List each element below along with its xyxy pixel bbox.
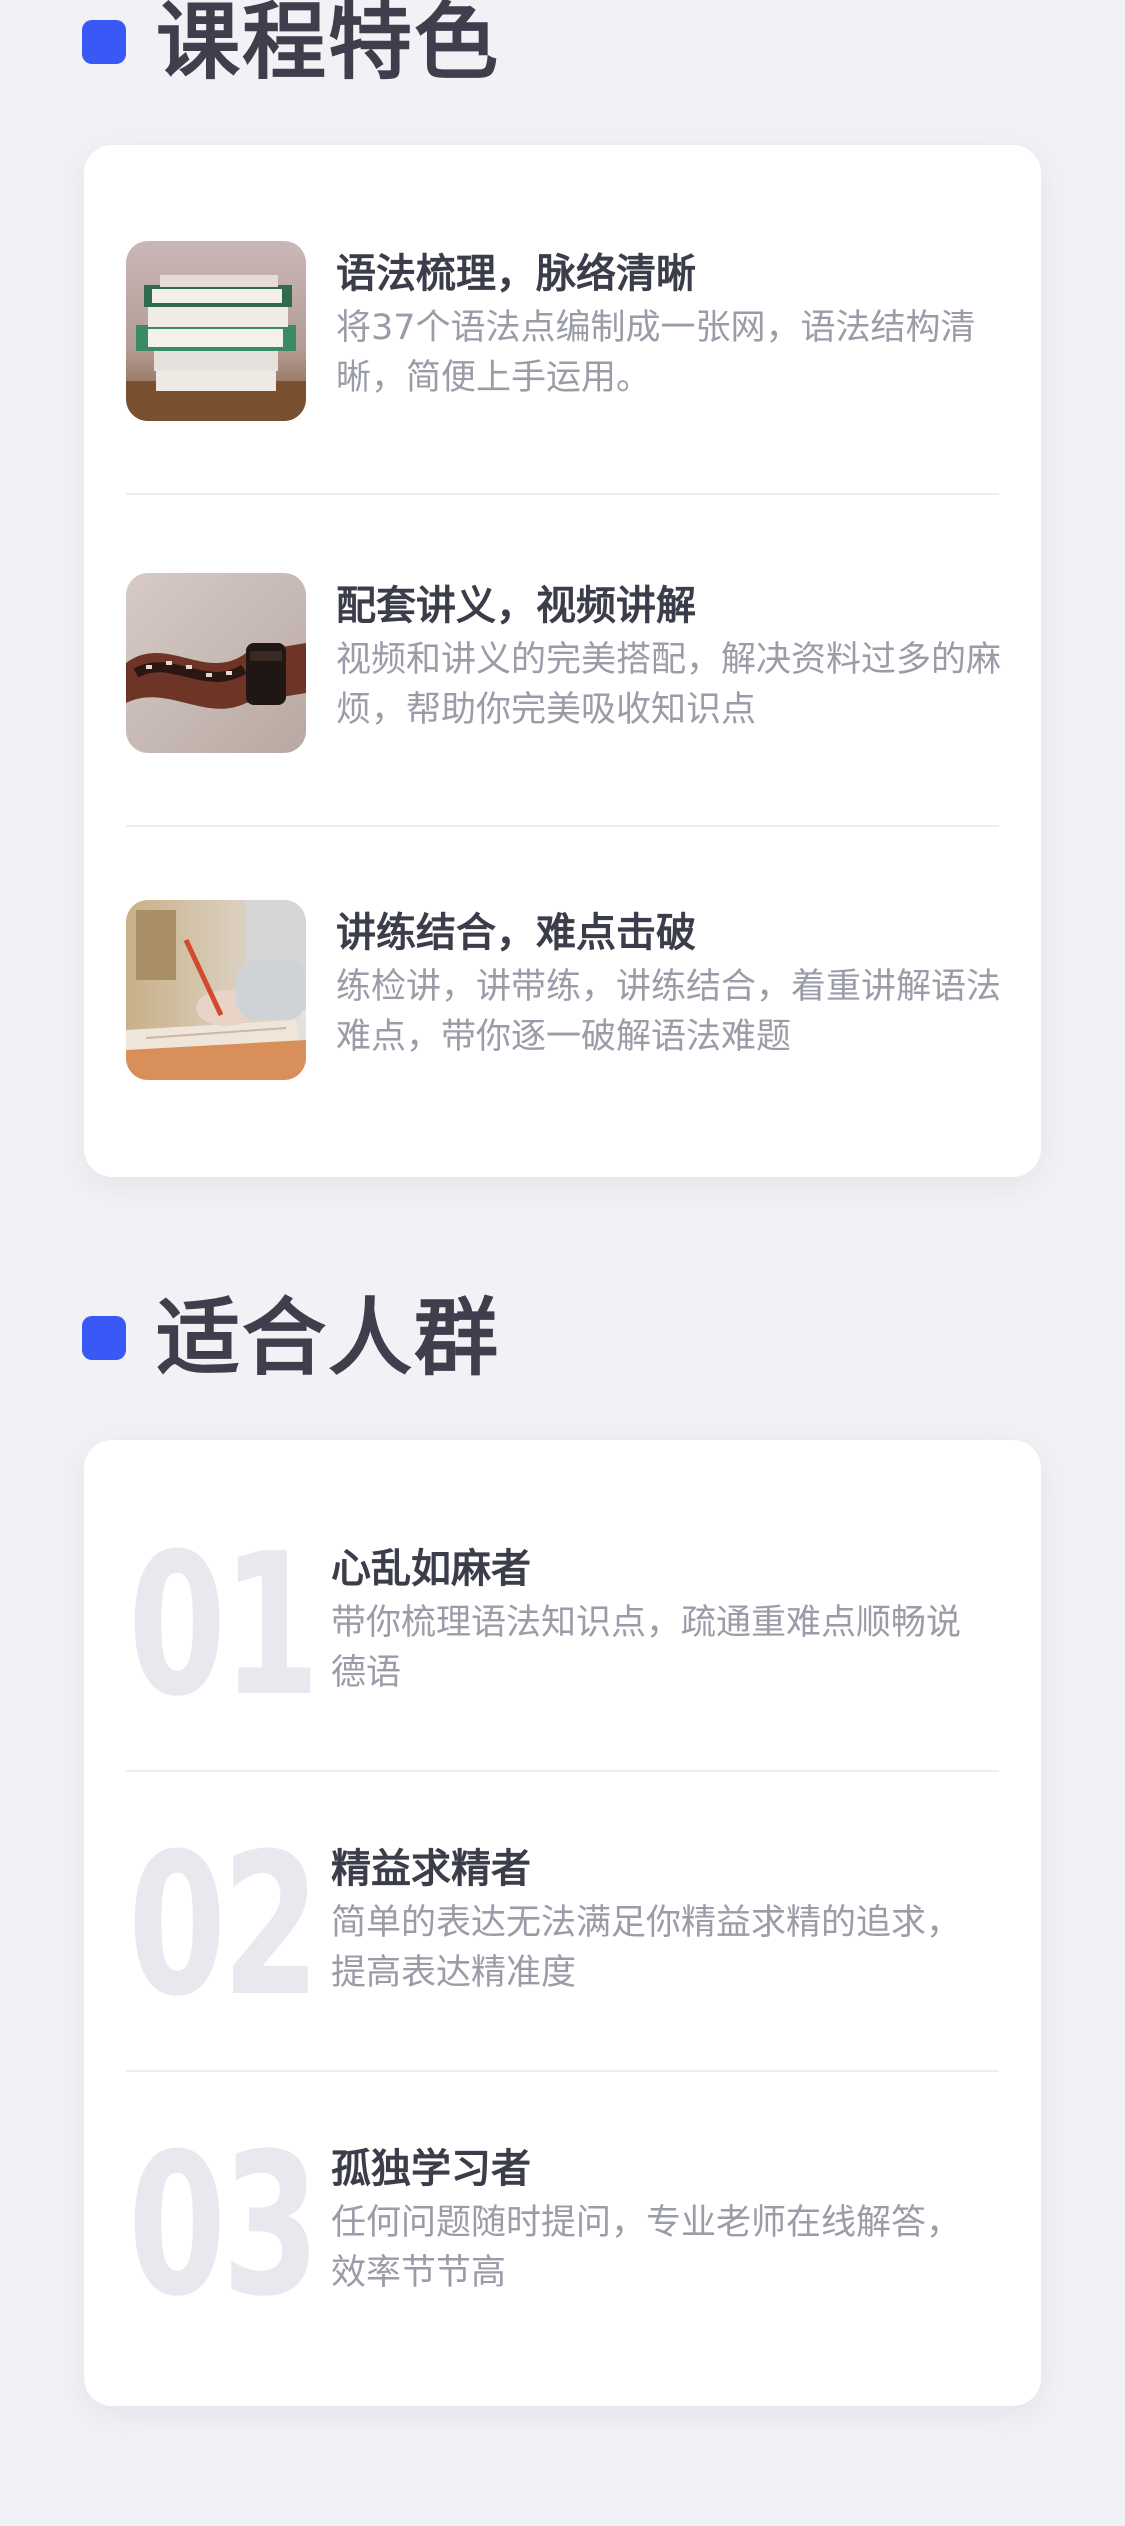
features-title: 课程特色 bbox=[156, 0, 501, 91]
title-bullet-icon bbox=[82, 20, 126, 64]
audience-item-desc: 简单的表达无法满足你精益求精的追求，提高表达精准度 bbox=[331, 1903, 962, 1993]
feature-title: 语法梳理，脉络清晰 bbox=[336, 251, 696, 297]
audience-item-title: 精益求精者 bbox=[331, 1846, 531, 1892]
title-bullet-icon bbox=[82, 1316, 126, 1360]
feature-desc: 视频和讲义的完美搭配，解决资料过多的麻烦，帮助你完美吸收知识点 bbox=[336, 640, 1002, 730]
audience-item-desc: 带你梳理语法知识点，疏通重难点顺畅说德语 bbox=[331, 1603, 962, 1693]
item-number: 03 bbox=[128, 2112, 320, 2340]
feature-title: 讲练结合，难点击破 bbox=[336, 910, 696, 956]
audience-item-desc: 任何问题随时提问，专业老师在线解答，效率节节高 bbox=[331, 2203, 962, 2293]
audience-title: 适合人群 bbox=[156, 1289, 501, 1387]
audience-item-title: 孤独学习者 bbox=[331, 2146, 531, 2192]
divider bbox=[126, 2070, 999, 2072]
feature-desc: 练检讲，讲带练，讲练结合，着重讲解语法难点，带你逐一破解语法难题 bbox=[336, 967, 1002, 1057]
features-section-title: 课程特色 bbox=[82, 0, 500, 84]
item-number: 01 bbox=[128, 1512, 320, 1740]
divider bbox=[126, 493, 999, 495]
feature-desc: 将37个语法点编制成一张网，语法结构清晰，简便上手运用。 bbox=[336, 308, 976, 398]
writing-notebook-photo bbox=[126, 900, 306, 1080]
divider bbox=[126, 825, 999, 827]
film-reel-photo bbox=[126, 573, 306, 753]
audience-card: 01 心乱如麻者 带你梳理语法知识点，疏通重难点顺畅说德语 02 精益求精者 简… bbox=[84, 1440, 1041, 2406]
feature-title: 配套讲义，视频讲解 bbox=[336, 583, 696, 629]
audience-section-title: 适合人群 bbox=[82, 1296, 500, 1380]
books-stack-photo bbox=[126, 241, 306, 421]
features-card: 语法梳理，脉络清晰 将37个语法点编制成一张网，语法结构清晰，简便上手运用。 配… bbox=[84, 145, 1041, 1177]
divider bbox=[126, 1770, 999, 1772]
item-number: 02 bbox=[128, 1812, 320, 2040]
audience-item-title: 心乱如麻者 bbox=[331, 1546, 531, 1592]
